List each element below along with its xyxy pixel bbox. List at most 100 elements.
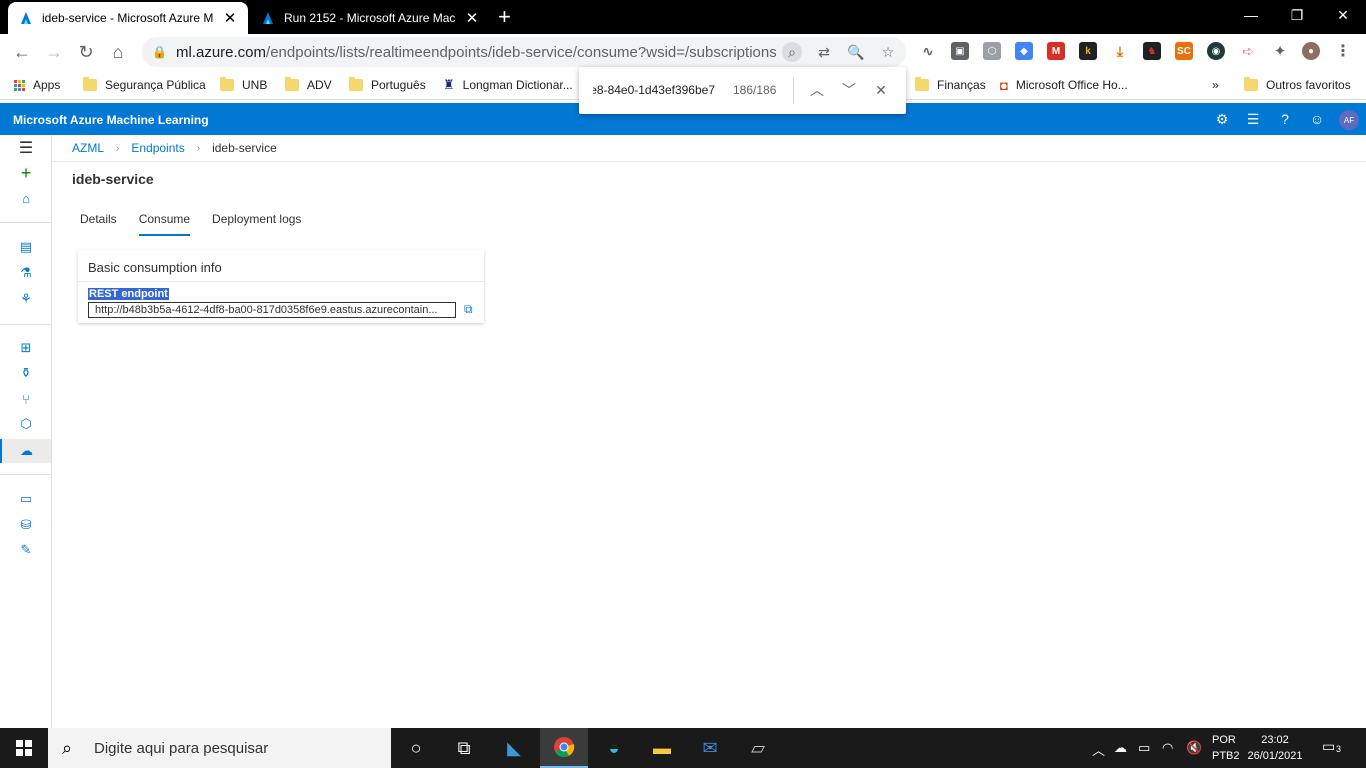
browser-tab-active[interactable]: ideb-service - Microsoft Azure M ✕ <box>8 2 248 34</box>
clock-time: 23:02 <box>1261 734 1289 746</box>
help-icon[interactable]: ? <box>1276 110 1294 128</box>
feedback-smiley-icon[interactable]: ☺ <box>1308 110 1326 128</box>
close-window-icon[interactable]: ✕ <box>1320 0 1366 30</box>
models-cube-icon[interactable]: ⬡ <box>16 414 36 434</box>
input-language[interactable]: POR PTB2 <box>1212 732 1240 764</box>
tab-consume[interactable]: Consume <box>138 212 191 236</box>
find-input[interactable]: e8-84e0-1d43ef396be7 <box>593 83 715 97</box>
automl-icon[interactable]: ⚗ <box>16 263 36 283</box>
graduation-extension-icon[interactable]: ◆ <box>1015 42 1033 60</box>
rest-endpoint-field[interactable]: http://b48b3b5a-4612-4df8-ba00-817d0358f… <box>88 302 456 318</box>
pipelines-icon[interactable]: ⑂ <box>16 389 36 409</box>
page-tabs: Details Consume Deployment logs <box>80 212 323 236</box>
find-in-page-icon[interactable]: ⌕ <box>782 42 802 62</box>
browser-tab-strip: ideb-service - Microsoft Azure M ✕ Run 2… <box>0 0 1366 34</box>
circle-extension-icon[interactable]: ◉ <box>1207 42 1225 60</box>
home-icon[interactable]: ⌂ <box>106 41 130 63</box>
k-extension-icon[interactable]: k <box>1079 42 1097 60</box>
hamburger-menu-icon[interactable]: ☰ <box>16 138 36 158</box>
compute-icon[interactable]: ▭ <box>16 489 36 509</box>
download-extension-icon[interactable]: ⤓ <box>1111 42 1129 60</box>
clock[interactable]: 23:02 26/01/2021 <box>1246 732 1304 764</box>
bookmark-apps[interactable]: Apps <box>14 76 60 94</box>
tab-deployment-logs[interactable]: Deployment logs <box>212 212 301 236</box>
home-nav-icon[interactable]: ⌂ <box>16 188 36 208</box>
chrome-logo-icon <box>554 737 575 758</box>
bookmark-longman[interactable]: ♜ Longman Dictionar... <box>443 76 573 94</box>
onedrive-cloud-icon[interactable]: ☁ <box>1114 740 1127 756</box>
arrow-extension-icon[interactable]: ➪ <box>1239 42 1257 60</box>
office-extension-icon[interactable]: ⬡ <box>983 42 1001 60</box>
bookmark-adv[interactable]: ADV <box>285 76 332 94</box>
chrome-menu-icon[interactable]: ⋮ <box>1334 42 1352 60</box>
app-title[interactable]: Microsoft Azure Machine Learning <box>13 113 209 127</box>
mail-icon[interactable]: ✉ <box>686 728 734 768</box>
tray-overflow-icon[interactable]: ︿ <box>1092 740 1105 759</box>
tab-details[interactable]: Details <box>80 212 117 236</box>
zoom-icon[interactable]: 🔍 <box>846 42 866 62</box>
browser-tab-inactive[interactable]: Run 2152 - Microsoft Azure Mac ✕ <box>250 2 490 34</box>
bookmark-outros[interactable]: Outros favoritos <box>1244 76 1351 94</box>
card-title: Basic consumption info <box>88 260 222 275</box>
maximize-icon[interactable]: ❐ <box>1274 0 1320 30</box>
datastores-icon[interactable]: ⛁ <box>16 515 36 535</box>
close-tab-icon[interactable]: ✕ <box>222 9 238 27</box>
data-labeling-icon[interactable]: ✎ <box>16 540 36 560</box>
create-new-icon[interactable]: + <box>16 163 36 183</box>
close-tab-icon[interactable]: ✕ <box>464 9 480 27</box>
windows-taskbar: ⌕ Digite aqui para pesquisar ○ ⧉ ◣ ◒ ▬ ✉… <box>0 728 1366 768</box>
notebooks-icon[interactable]: ▤ <box>16 237 36 257</box>
url-text[interactable]: ml.azure.com/endpoints/lists/realtimeend… <box>176 44 776 61</box>
pulse-extension-icon[interactable]: ∿ <box>919 42 937 60</box>
notification-count: 3 <box>1334 744 1344 754</box>
find-next-icon[interactable]: ﹀ <box>838 79 860 101</box>
bookmark-star-icon[interactable]: ☆ <box>878 42 898 62</box>
edge-icon[interactable]: ◒ <box>590 728 638 768</box>
settings-gear-icon[interactable]: ⚙ <box>1213 110 1231 128</box>
bookmark-office[interactable]: ◘ Microsoft Office Ho... <box>1000 76 1128 94</box>
back-arrow-icon[interactable]: ← <box>10 41 34 63</box>
find-previous-icon[interactable]: ︿ <box>806 79 828 101</box>
reload-icon[interactable]: ↻ <box>74 41 98 63</box>
bookmarks-overflow-button[interactable]: » <box>1212 76 1219 94</box>
windows-start-icon[interactable] <box>16 740 32 756</box>
notes-icon[interactable]: ☰ <box>1244 110 1262 128</box>
forward-arrow-icon[interactable]: → <box>42 41 66 63</box>
bookmark-unb[interactable]: UNB <box>220 76 267 94</box>
cortana-icon[interactable]: ○ <box>392 728 440 768</box>
breadcrumb: AZML › Endpoints › ideb-service <box>72 141 277 155</box>
bookmark-portugues[interactable]: Português <box>349 76 426 94</box>
breadcrumb-endpoints[interactable]: Endpoints <box>131 141 184 155</box>
notification-center-icon[interactable]: ▭ 3 <box>1322 738 1346 758</box>
find-close-icon[interactable]: ✕ <box>870 79 892 101</box>
user-avatar[interactable]: AF <box>1339 110 1359 130</box>
notepad-icon[interactable]: ▱ <box>734 728 782 768</box>
file-explorer-icon[interactable]: ▬ <box>638 728 686 768</box>
bookmark-seguranca[interactable]: Segurança Pública <box>83 76 206 94</box>
bookmark-financas[interactable]: Finanças <box>915 76 986 94</box>
sc-extension-icon[interactable]: SC <box>1175 42 1193 60</box>
new-tab-button[interactable]: + <box>498 6 511 28</box>
left-nav: ☰ + ⌂ ▤ ⚗ ⚘ ⊞ ⚱ ⑂ ⬡ ☁ ▭ ⛁ ✎ <box>0 135 52 728</box>
taskbar-search[interactable]: ⌕ Digite aqui para pesquisar <box>48 728 391 768</box>
minimize-icon[interactable]: — <box>1228 0 1274 30</box>
task-view-icon[interactable]: ⧉ <box>440 728 488 768</box>
puzzle-extensions-icon[interactable]: ✦ <box>1271 42 1289 60</box>
experiments-flask-icon[interactable]: ⚱ <box>16 363 36 383</box>
volume-muted-icon[interactable]: 🔇 <box>1186 740 1202 756</box>
extension-square-icon[interactable]: ▣ <box>951 42 969 60</box>
wifi-icon[interactable]: ◠ <box>1162 740 1173 756</box>
breadcrumb-azml[interactable]: AZML <box>72 141 104 155</box>
vscode-icon[interactable]: ◣ <box>490 728 538 768</box>
profile-avatar[interactable]: ● <box>1302 42 1320 60</box>
endpoints-icon[interactable]: ☁ <box>0 439 51 463</box>
translate-icon[interactable]: ⇄ <box>814 42 834 62</box>
battery-icon[interactable]: ▭ <box>1138 740 1150 756</box>
chrome-taskbar-icon[interactable] <box>540 728 588 768</box>
game-extension-icon[interactable]: ♞ <box>1143 42 1161 60</box>
mendeley-extension-icon[interactable]: M <box>1047 42 1065 60</box>
designer-icon[interactable]: ⚘ <box>16 289 36 309</box>
copy-icon[interactable]: ⧉ <box>464 302 478 318</box>
address-bar[interactable]: 🔒 ml.azure.com/endpoints/lists/realtimee… <box>142 37 906 67</box>
datasets-icon[interactable]: ⊞ <box>16 338 36 358</box>
